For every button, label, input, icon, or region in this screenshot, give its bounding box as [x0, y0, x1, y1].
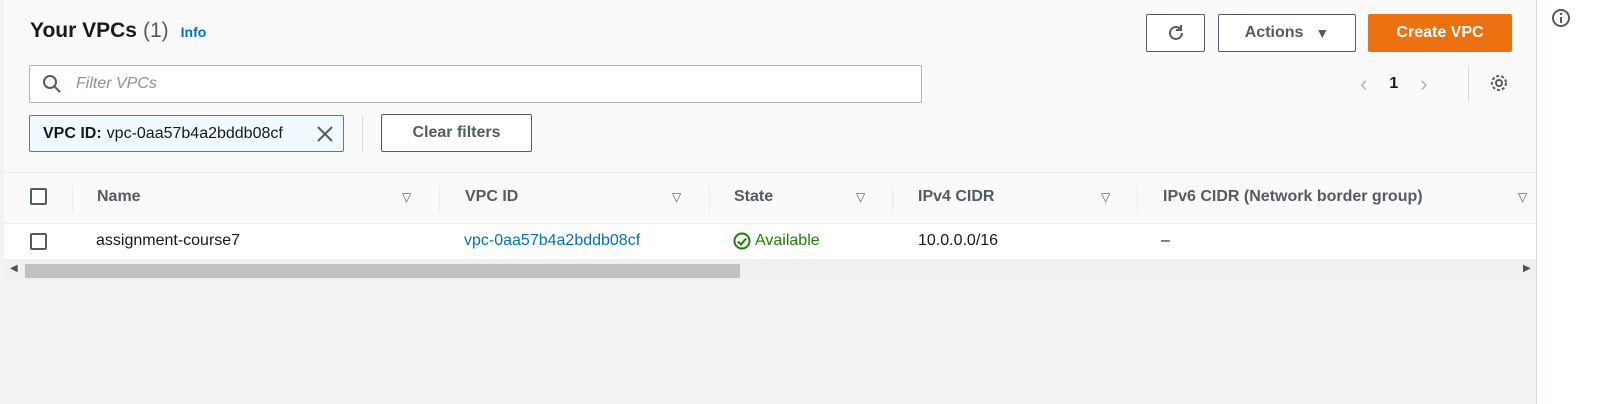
cell-ipv4-cidr: 10.0.0.0/16 [918, 232, 999, 249]
info-link[interactable]: Info [181, 24, 207, 40]
divider [362, 115, 363, 152]
token-key: VPC ID: [43, 124, 102, 142]
page-title: Your VPCs (1) Info [30, 19, 206, 43]
sort-icon[interactable]: ▽ [856, 190, 865, 204]
sort-icon[interactable]: ▽ [402, 190, 411, 204]
scrollbar-thumb[interactable] [25, 264, 740, 278]
gear-icon[interactable] [1488, 72, 1510, 94]
column-divider [892, 185, 893, 213]
column-header-state[interactable]: State [734, 188, 773, 206]
next-page-icon[interactable]: › [1420, 71, 1427, 97]
select-all-checkbox[interactable] [30, 188, 47, 205]
vpc-list-panel: Your VPCs (1) Info Actions ▼ Create VPC … [4, 0, 1536, 404]
sort-icon[interactable]: ▽ [1518, 190, 1527, 204]
info-icon[interactable] [1551, 8, 1571, 28]
column-header-ipv4-cidr[interactable]: IPv4 CIDR [918, 188, 994, 206]
column-divider [72, 185, 73, 213]
divider [1468, 66, 1469, 102]
column-divider [709, 185, 710, 213]
close-icon[interactable] [315, 124, 335, 144]
pagination: ‹ 1 › [1360, 70, 1428, 98]
search-icon [43, 75, 61, 93]
cell-state: Available [733, 232, 820, 250]
token-value: vpc-0aa57b4a2bddb08cf [106, 124, 283, 142]
sort-icon[interactable]: ▽ [672, 190, 681, 204]
state-label: Available [755, 232, 820, 249]
clear-filters-button[interactable]: Clear filters [381, 114, 532, 152]
prev-page-icon[interactable]: ‹ [1360, 71, 1367, 97]
actions-label: Actions [1244, 24, 1304, 41]
scroll-left-icon[interactable]: ◀ [10, 263, 18, 274]
table-header: Name ▽ VPC ID ▽ State ▽ IPv4 CIDR ▽ IPv6… [4, 172, 1536, 224]
scroll-right-icon[interactable]: ▶ [1523, 263, 1531, 274]
filter-search-box[interactable] [29, 65, 922, 103]
title-text: Your VPCs [30, 19, 137, 42]
current-page[interactable]: 1 [1389, 75, 1398, 93]
column-header-ipv6-cidr[interactable]: IPv6 CIDR (Network border group) [1163, 188, 1423, 206]
row-checkbox[interactable] [30, 233, 47, 250]
check-circle-icon [733, 232, 751, 250]
refresh-button[interactable] [1146, 14, 1205, 52]
cell-name: assignment-course7 [96, 232, 241, 249]
vpc-count: (1) [142, 19, 169, 42]
search-input[interactable] [74, 74, 894, 94]
cell-vpc-id-link[interactable]: vpc-0aa57b4a2bddb08cf [464, 232, 640, 250]
help-panel-edge [1536, 0, 1599, 404]
table-row[interactable]: assignment-course7 vpc-0aa57b4a2bddb08cf… [4, 224, 1536, 260]
column-divider [439, 185, 440, 213]
filter-token: VPC ID: vpc-0aa57b4a2bddb08cf [29, 115, 344, 152]
caret-down-icon: ▼ [1315, 25, 1330, 41]
horizontal-scrollbar[interactable]: ◀ ▶ [4, 260, 1536, 280]
cell-ipv6-cidr: – [1161, 232, 1170, 249]
actions-dropdown[interactable]: Actions ▼ [1218, 14, 1356, 52]
sort-icon[interactable]: ▽ [1101, 190, 1110, 204]
column-header-name[interactable]: Name [97, 188, 141, 206]
column-divider [1137, 185, 1138, 213]
create-vpc-button[interactable]: Create VPC [1368, 14, 1512, 52]
column-header-vpc-id[interactable]: VPC ID [465, 188, 518, 206]
table-header-area: Your VPCs (1) Info Actions ▼ Create VPC … [4, 0, 1536, 172]
refresh-icon [1168, 25, 1183, 40]
